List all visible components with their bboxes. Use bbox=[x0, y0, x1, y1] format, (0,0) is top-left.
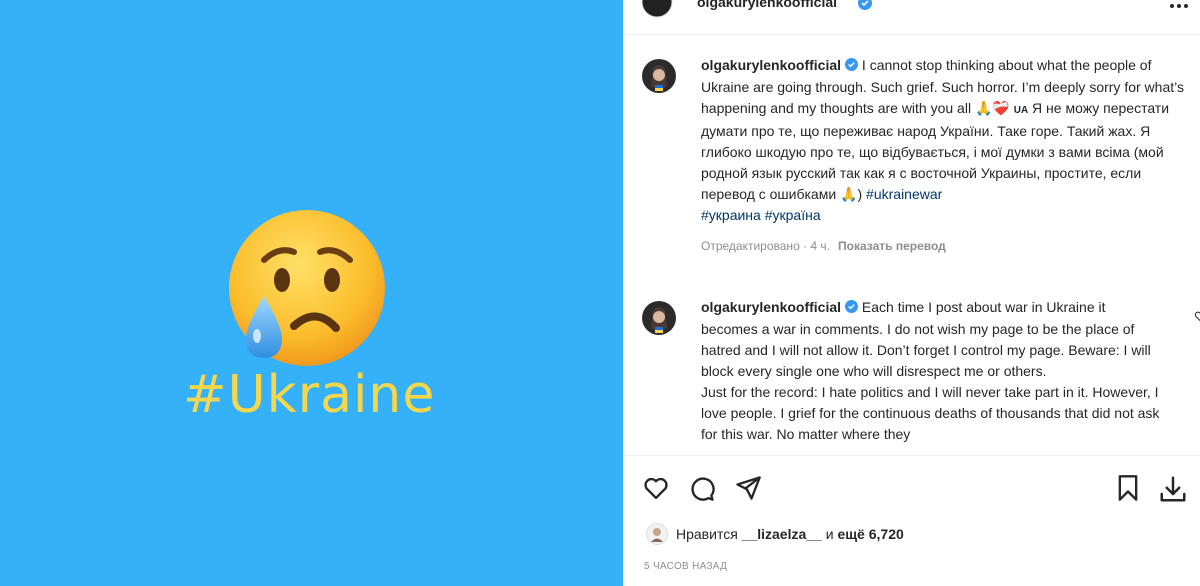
image-hashtag-text: #Ukraine bbox=[183, 365, 436, 425]
comment-text: Just for the record: I hate politics and… bbox=[701, 384, 1160, 442]
hashtag-link[interactable]: #украина bbox=[701, 207, 761, 223]
caption-comment: olgakurylenkoofficial I cannot stop thin… bbox=[641, 55, 1184, 285]
liker-username[interactable]: __lizaelza__ bbox=[742, 526, 822, 542]
crying-face-icon bbox=[224, 208, 390, 374]
likes-middle: и bbox=[821, 526, 838, 542]
download-icon[interactable] bbox=[1158, 474, 1188, 509]
heart-icon[interactable] bbox=[642, 474, 670, 507]
more-dots-icon[interactable] bbox=[1169, 0, 1189, 14]
heart-icon[interactable] bbox=[1194, 309, 1200, 327]
post-details-pane: olgakurylenkoofficial olgakurylenkooffic… bbox=[623, 0, 1200, 586]
likes-count-link[interactable]: ещё 6,720 bbox=[837, 526, 903, 542]
avatar[interactable] bbox=[641, 0, 673, 18]
hashtag-link[interactable]: #україна bbox=[765, 207, 821, 223]
comment-bubble-icon[interactable] bbox=[688, 474, 716, 507]
bookmark-icon[interactable] bbox=[1114, 474, 1142, 507]
comment-username[interactable]: olgakurylenkoofficial bbox=[701, 299, 841, 315]
verified-badge-icon bbox=[845, 56, 859, 77]
edited-timestamp: Отредактировано · 4 ч. bbox=[701, 239, 830, 253]
header-username[interactable]: olgakurylenkoofficial bbox=[697, 0, 837, 10]
post-timestamp[interactable]: 5 часов назад bbox=[644, 561, 727, 572]
verified-badge-icon bbox=[858, 0, 872, 15]
post-header: olgakurylenkoofficial bbox=[624, 0, 1200, 35]
likes-prefix: Нравится bbox=[676, 526, 742, 542]
avatar[interactable] bbox=[641, 300, 677, 336]
avatar[interactable] bbox=[641, 58, 677, 94]
action-bar: Нравится __lizaelza__ и ещё 6,720 5 часо… bbox=[624, 455, 1200, 586]
verified-badge-icon bbox=[845, 298, 859, 319]
caption-meta: Отредактировано · 4 ч. Показать перевод bbox=[701, 236, 1184, 257]
comments-list[interactable]: olgakurylenkoofficial I cannot stop thin… bbox=[624, 35, 1200, 455]
paper-plane-icon[interactable] bbox=[734, 474, 762, 507]
avatar[interactable] bbox=[646, 523, 668, 545]
caption-username[interactable]: olgakurylenkoofficial bbox=[701, 57, 841, 73]
ua-flag-label: UA bbox=[1013, 105, 1029, 116]
comment-item: olgakurylenkoofficial Each time I post a… bbox=[641, 297, 1184, 455]
show-translation-button[interactable]: Показать перевод bbox=[838, 239, 946, 253]
post-image[interactable]: #Ukraine bbox=[0, 0, 623, 586]
hashtag-link[interactable]: #ukrainewar bbox=[866, 186, 942, 202]
